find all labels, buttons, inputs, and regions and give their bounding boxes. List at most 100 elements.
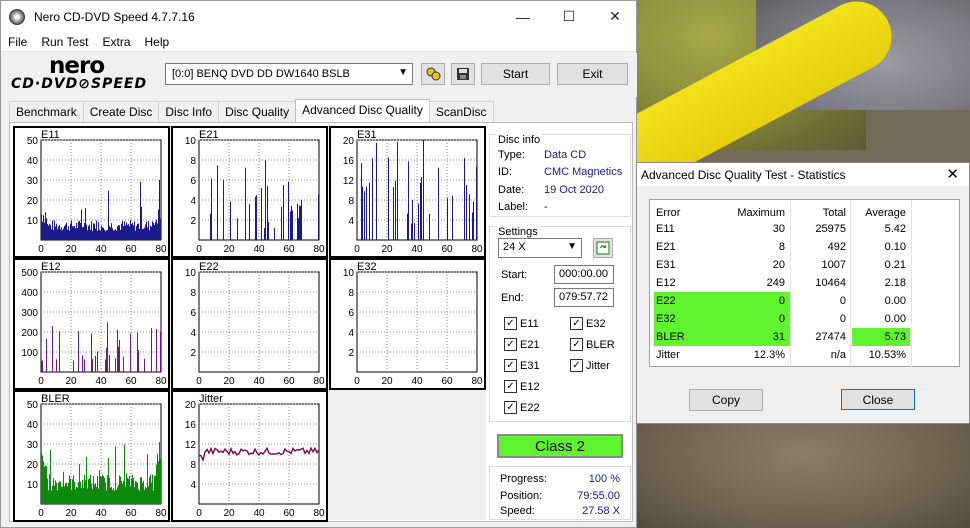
end-input[interactable]: 079:57.72 bbox=[554, 288, 614, 307]
stats-cell: 1007 bbox=[821, 259, 846, 271]
y-tick-label: 300 bbox=[21, 308, 38, 319]
stats-cell: E12 bbox=[656, 277, 676, 289]
graph-e32-title: E32 bbox=[357, 261, 377, 273]
toolbar: nero CD·DVD⊘SPEED [0:0] BENQ DVD DD DW16… bbox=[1, 53, 637, 97]
speed-label: Speed: bbox=[500, 505, 535, 517]
stats-cell: E21 bbox=[656, 241, 676, 253]
x-tick-label: 0 bbox=[38, 508, 44, 519]
x-tick-label: 60 bbox=[441, 376, 453, 387]
tab-disc-info[interactable]: Disc Info bbox=[158, 101, 220, 122]
x-tick-label: 40 bbox=[253, 244, 265, 255]
tab-benchmark[interactable]: Benchmark bbox=[9, 101, 84, 122]
stats-cell: 0 bbox=[778, 313, 785, 325]
y-tick-label: 30 bbox=[27, 440, 39, 451]
tab-disc-quality[interactable]: Disc Quality bbox=[218, 101, 297, 122]
tab-scandisc[interactable]: ScanDisc bbox=[428, 101, 494, 122]
stats-cell: 0 bbox=[839, 295, 846, 307]
y-tick-label: 2 bbox=[348, 348, 354, 359]
tab-content: 50 40 30 20 10 0 20 40 60 80 E11 10 8 6 4 2 0 20 40 60 80 E2… bbox=[9, 122, 633, 522]
drive-info-icon bbox=[426, 67, 441, 81]
checkbox-e21[interactable]: ✓ E21 bbox=[504, 338, 540, 351]
maximize-button[interactable]: ☐ bbox=[546, 1, 592, 32]
checkbox-bler[interactable]: ✓ BLER bbox=[570, 338, 615, 351]
stats-cell: 2.18 bbox=[884, 277, 906, 289]
stats-cell: 0.10 bbox=[884, 241, 906, 253]
statistics-title-bar[interactable]: Advanced Disc Quality Test - Statistics … bbox=[637, 163, 969, 186]
header-maximum: Maximum bbox=[737, 207, 785, 219]
drive-info-button[interactable] bbox=[421, 63, 445, 85]
y-tick-label: 10 bbox=[343, 268, 355, 279]
y-tick-label: 4 bbox=[190, 328, 196, 339]
copy-button[interactable]: Copy bbox=[689, 389, 763, 411]
x-tick-label: 80 bbox=[313, 376, 325, 387]
menu-extra[interactable]: Extra bbox=[95, 35, 137, 49]
y-tick-label: 10 bbox=[185, 268, 197, 279]
tab-create-disc[interactable]: Create Disc bbox=[82, 101, 160, 122]
graph-e32: 10 8 6 4 2 0 20 40 60 80 E32 bbox=[329, 258, 486, 390]
y-tick-label: 400 bbox=[21, 288, 38, 299]
stats-cell: 5.73 bbox=[884, 331, 906, 343]
stats-cell: E31 bbox=[656, 259, 676, 271]
stats-row: E11 30 25975 5.42 bbox=[650, 220, 961, 238]
menu-help[interactable]: Help bbox=[138, 35, 177, 49]
menu-file[interactable]: File bbox=[1, 35, 34, 49]
graph-e22: 10 8 6 4 2 0 20 40 60 80 E22 bbox=[171, 258, 328, 390]
logo-speed-text: CD·DVD⊘SPEED bbox=[11, 76, 148, 92]
x-tick-label: 0 bbox=[354, 244, 360, 255]
x-tick-label: 20 bbox=[223, 244, 235, 255]
save-button[interactable] bbox=[451, 63, 475, 85]
y-tick-label: 20 bbox=[185, 400, 197, 411]
checkbox-e12[interactable]: ✓ E12 bbox=[504, 380, 540, 393]
start-input[interactable]: 000:00.00 bbox=[554, 265, 614, 284]
checkbox-e21-label: E21 bbox=[520, 338, 540, 351]
start-label: Start: bbox=[501, 269, 528, 281]
check-icon: ✓ bbox=[504, 338, 517, 351]
y-tick-label: 50 bbox=[27, 400, 39, 411]
tab-advanced-disc-quality[interactable]: Advanced Disc Quality bbox=[295, 99, 430, 122]
dialog-close-button[interactable]: Close bbox=[841, 389, 915, 410]
stats-cell: Jitter bbox=[656, 349, 680, 361]
y-tick-label: 6 bbox=[190, 176, 196, 187]
y-tick-label: 30 bbox=[27, 176, 39, 187]
checkbox-e11[interactable]: ✓ E11 bbox=[504, 317, 539, 330]
stats-cell: 10.53% bbox=[868, 349, 906, 361]
x-tick-label: 20 bbox=[381, 244, 393, 255]
graph-e12-title: E12 bbox=[41, 261, 61, 273]
x-tick-label: 60 bbox=[441, 244, 453, 255]
graph-bler: 50 40 30 20 10 0 20 40 60 80 BLER bbox=[13, 390, 170, 522]
disc-info-title: Disc info bbox=[496, 134, 543, 146]
date-label: Date: bbox=[498, 184, 525, 196]
checkbox-e31[interactable]: ✓ E31 bbox=[504, 359, 540, 372]
stats-cell: 0.21 bbox=[884, 259, 906, 271]
stats-row: BLER 31 27474 5.73 bbox=[650, 328, 961, 346]
y-tick-label: 4 bbox=[348, 216, 354, 227]
stats-cell: 249 bbox=[766, 277, 785, 289]
exit-button[interactable]: Exit bbox=[557, 63, 628, 85]
stats-cell: 5.42 bbox=[884, 223, 906, 235]
x-tick-label: 60 bbox=[283, 376, 295, 387]
checkbox-jitter[interactable]: ✓ Jitter bbox=[570, 359, 610, 372]
checkbox-e22[interactable]: ✓ E22 bbox=[504, 401, 540, 414]
drive-select[interactable]: [0:0] BENQ DVD DD DW1640 BSLB ▼ bbox=[165, 63, 413, 85]
speed-select[interactable]: 24 X ▼ bbox=[498, 238, 582, 258]
stats-cell: E11 bbox=[656, 223, 675, 235]
checkbox-jitter-label: Jitter bbox=[586, 359, 610, 372]
minimize-button[interactable]: — bbox=[500, 1, 546, 32]
start-button[interactable]: Start bbox=[481, 63, 550, 85]
menu-bar: File Run Test Extra Help bbox=[1, 32, 636, 52]
floppy-icon bbox=[457, 68, 469, 80]
x-tick-label: 60 bbox=[125, 244, 137, 255]
close-button[interactable]: ✕ bbox=[592, 1, 638, 32]
dialog-close-icon[interactable]: ✕ bbox=[946, 165, 959, 183]
stats-cell: 30 bbox=[772, 223, 785, 235]
stats-cell: 8 bbox=[778, 241, 785, 253]
checkbox-bler-label: BLER bbox=[586, 338, 615, 351]
x-tick-label: 80 bbox=[471, 244, 483, 255]
title-bar[interactable]: Nero CD-DVD Speed 4.7.7.16 — ☐ ✕ bbox=[1, 1, 636, 32]
checkbox-e32[interactable]: ✓ E32 bbox=[570, 317, 606, 330]
id-value: CMC Magnetics bbox=[544, 166, 623, 178]
refresh-icon bbox=[596, 241, 610, 255]
x-tick-label: 40 bbox=[95, 376, 107, 387]
refresh-speed-button[interactable] bbox=[593, 238, 613, 258]
menu-run-test[interactable]: Run Test bbox=[34, 35, 95, 49]
